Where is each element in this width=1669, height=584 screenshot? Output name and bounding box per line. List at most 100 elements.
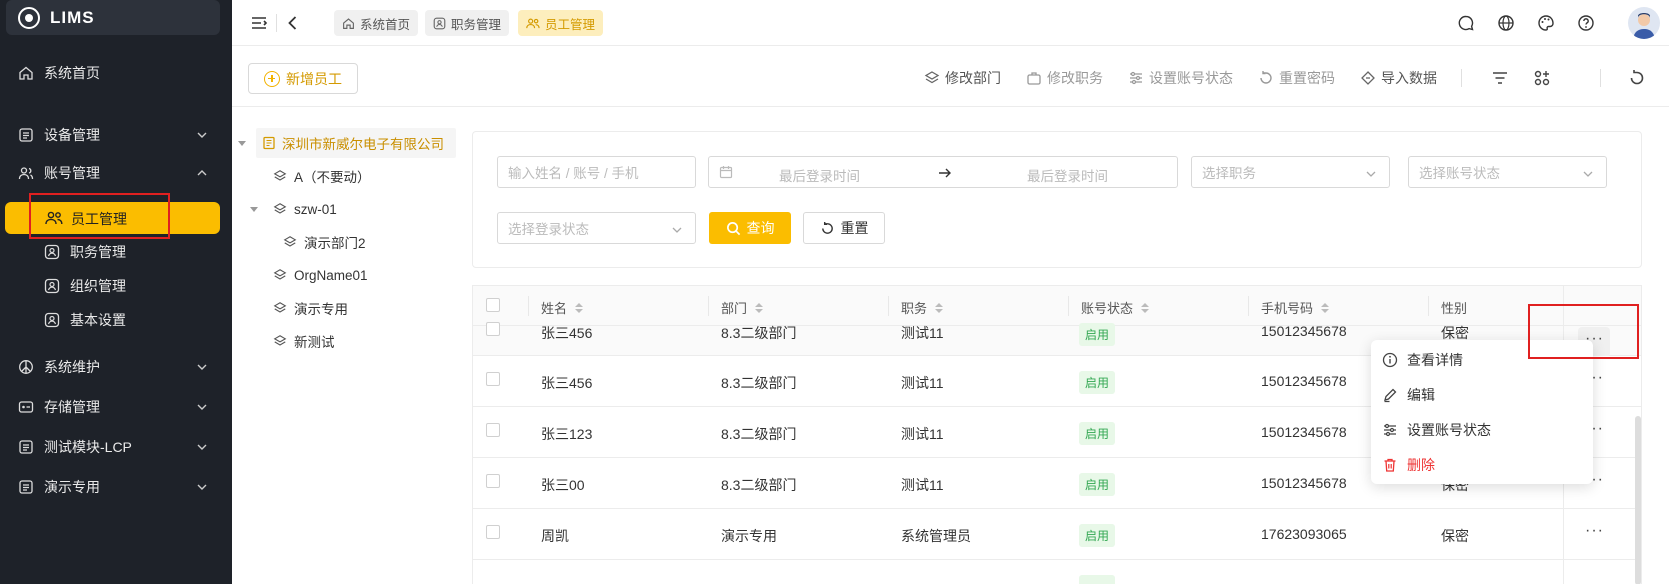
column-header-position[interactable]: 职务 xyxy=(901,298,944,317)
menu-fold-icon[interactable] xyxy=(250,14,268,32)
list-icon xyxy=(18,439,34,455)
tab-employees[interactable]: 员工管理 xyxy=(518,10,604,36)
row-checkbox[interactable] xyxy=(486,525,500,539)
tree-node[interactable]: szw-01 xyxy=(272,194,337,224)
sidebar-item-label: 演示专用 xyxy=(44,479,100,495)
layers-icon xyxy=(273,302,287,313)
tool-label: 重置密码 xyxy=(1279,70,1335,86)
sidebar-item-maintenance[interactable]: 系统维护 xyxy=(18,352,214,382)
tree-toggle[interactable] xyxy=(238,128,254,158)
tab-positions[interactable]: 职务管理 xyxy=(425,10,510,36)
edit-department-button[interactable]: 修改部门 xyxy=(924,69,1001,87)
sidebar-item-label: 测试模块-LCP xyxy=(44,439,132,455)
tree-node[interactable]: 演示部门2 xyxy=(282,227,366,257)
tree-node[interactable]: A（不要动） xyxy=(272,161,371,191)
column-header-gender[interactable]: 性别 xyxy=(1441,298,1467,317)
help-icon[interactable] xyxy=(1577,14,1595,32)
add-employee-button[interactable]: 新增员工 xyxy=(248,63,358,94)
reload-icon[interactable] xyxy=(1628,69,1646,87)
tree-node[interactable]: OrgName01 xyxy=(272,260,368,290)
sidebar-item-positions[interactable]: 职务管理 xyxy=(44,238,214,266)
menu-item-label: 删除 xyxy=(1407,457,1435,473)
row-checkbox[interactable] xyxy=(486,322,500,336)
sidebar-item-devices[interactable]: 设备管理 xyxy=(18,120,214,150)
name-search-input[interactable]: 输入姓名 / 账号 / 手机 xyxy=(497,156,696,188)
home-icon xyxy=(343,17,354,29)
column-label: 账号状态 xyxy=(1081,301,1134,316)
edit-position-button[interactable]: 修改职务 xyxy=(1026,69,1103,87)
tool-label: 修改职务 xyxy=(1047,70,1103,86)
sort-icon xyxy=(575,302,584,313)
tree-node[interactable]: 演示专用 xyxy=(272,293,348,323)
filter-icon[interactable] xyxy=(1491,69,1509,87)
menu-item-delete[interactable]: 删除 xyxy=(1382,454,1435,476)
search-panel: 输入姓名 / 账号 / 手机 最后登录时间 最后登录时间 选择职务 选择账号状态… xyxy=(472,131,1642,268)
sort-icon xyxy=(935,302,944,313)
column-header-phone[interactable]: 手机号码 xyxy=(1261,298,1330,317)
org-tree: 深圳市新威尔电子有限公司 A（不要动） szw-01 演示部门2 OrgName… xyxy=(232,108,456,584)
sidebar-item-basic-settings[interactable]: 基本设置 xyxy=(44,306,214,334)
column-header-account-status[interactable]: 账号状态 xyxy=(1081,298,1150,317)
globe-icon[interactable] xyxy=(1497,14,1515,32)
row-checkbox[interactable] xyxy=(486,474,500,488)
cell-department: 8.3二级部门 xyxy=(721,426,797,442)
tab-home[interactable]: 系统首页 xyxy=(334,10,419,36)
arrow-right-icon xyxy=(939,168,951,178)
user-badge-icon xyxy=(433,17,446,29)
info-icon xyxy=(1382,352,1398,368)
app-logo[interactable]: LIMS xyxy=(6,0,220,35)
menu-item-edit[interactable]: 编辑 xyxy=(1382,384,1435,406)
menu-item-view-details[interactable]: 查看详情 xyxy=(1382,349,1463,371)
sidebar-item-organization[interactable]: 组织管理 xyxy=(44,272,214,300)
row-checkbox[interactable] xyxy=(486,423,500,437)
sidebar-item-test-module[interactable]: 测试模块-LCP xyxy=(18,432,214,462)
row-more-button[interactable]: ··· xyxy=(1585,522,1604,540)
menu-item-set-account-status[interactable]: 设置账号状态 xyxy=(1382,419,1491,441)
tree-node[interactable]: 新测试 xyxy=(272,326,335,356)
reset-button[interactable]: 重置 xyxy=(803,212,885,244)
divider xyxy=(888,296,889,316)
placeholder: 选择账号状态 xyxy=(1419,166,1500,181)
pencil-icon xyxy=(1384,388,1397,403)
reset-password-button[interactable]: 重置密码 xyxy=(1258,69,1335,87)
cell-position: 系统管理员 xyxy=(901,528,971,544)
sort-icon xyxy=(755,302,764,313)
column-header-department[interactable]: 部门 xyxy=(721,298,764,317)
position-select[interactable]: 选择职务 xyxy=(1191,156,1390,188)
refresh-icon xyxy=(821,221,833,234)
select-all-checkbox[interactable] xyxy=(486,298,500,312)
column-header-name[interactable]: 姓名 xyxy=(541,298,584,317)
table-row[interactable]: 周凯 演示专用 系统管理员 启用 17623093065 保密 ··· xyxy=(473,509,1641,560)
table-row[interactable] xyxy=(473,560,1641,584)
last-login-date-range[interactable]: 最后登录时间 最后登录时间 xyxy=(708,156,1178,188)
tree-node-label: 演示部门2 xyxy=(304,236,366,251)
sidebar-item-accounts[interactable]: 账号管理 xyxy=(18,158,214,188)
sidebar-item-demo[interactable]: 演示专用 xyxy=(18,472,214,502)
sidebar-item-label: 职务管理 xyxy=(70,244,126,260)
sidebar-item-storage[interactable]: 存储管理 xyxy=(18,392,214,422)
tree-node-root[interactable]: 深圳市新威尔电子有限公司 xyxy=(256,128,456,158)
row-checkbox[interactable] xyxy=(486,372,500,386)
tree-toggle[interactable] xyxy=(250,194,266,224)
message-icon[interactable] xyxy=(1457,14,1475,32)
back-icon[interactable] xyxy=(284,14,302,32)
set-account-status-button[interactable]: 设置账号状态 xyxy=(1128,69,1233,87)
column-settings-icon[interactable] xyxy=(1533,69,1551,87)
login-status-select[interactable]: 选择登录状态 xyxy=(497,212,696,244)
palette-icon[interactable] xyxy=(1537,14,1555,32)
cell-phone: 15012345678 xyxy=(1261,373,1347,389)
layers-icon xyxy=(924,71,940,84)
placeholder: 输入姓名 / 账号 / 手机 xyxy=(508,166,639,181)
avatar[interactable] xyxy=(1628,7,1660,39)
tree-node-label: 新测试 xyxy=(294,335,335,350)
import-data-button[interactable]: 导入数据 xyxy=(1360,69,1437,87)
layers-icon xyxy=(283,236,297,247)
tree-node-label: szw-01 xyxy=(294,201,337,217)
sidebar-item-employees[interactable]: 员工管理 xyxy=(5,202,220,234)
sidebar-item-home[interactable]: 系统首页 xyxy=(18,58,214,88)
query-button[interactable]: 查询 xyxy=(709,212,791,244)
cell-phone: 17623093065 xyxy=(1261,526,1347,542)
table-scrollbar[interactable] xyxy=(1635,416,1641,584)
account-status-select[interactable]: 选择账号状态 xyxy=(1408,156,1607,188)
sidebar-item-label: 组织管理 xyxy=(70,278,126,294)
